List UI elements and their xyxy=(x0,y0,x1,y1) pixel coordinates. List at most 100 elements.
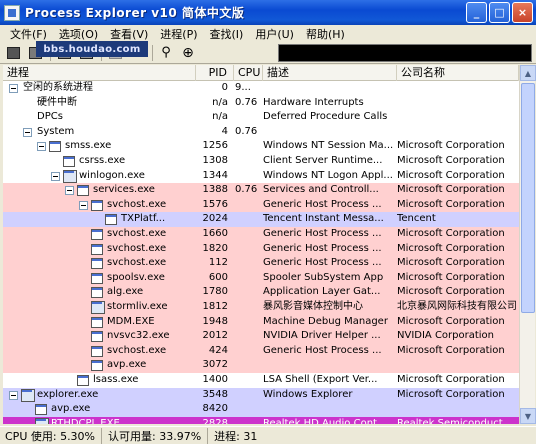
close-button[interactable]: × xyxy=(512,2,533,23)
process-icon xyxy=(35,404,47,416)
process-cpu xyxy=(234,212,263,227)
process-name: csrss.exe xyxy=(79,155,126,166)
process-description xyxy=(263,81,397,96)
process-pid: 1780 xyxy=(202,286,228,298)
process-icon xyxy=(105,214,117,226)
process-cpu xyxy=(234,227,263,242)
process-row[interactable]: csrss.exe 1308 Client Server Runtime... Mic… xyxy=(3,154,519,169)
process-icon xyxy=(91,360,103,372)
process-pid: 8420 xyxy=(202,403,228,415)
process-description: Services and Controll... xyxy=(263,184,379,196)
process-row[interactable]: svchost.exe 424 Generic Host Process ... Mi… xyxy=(3,343,519,359)
process-row[interactable]: svchost.exe 1820 Generic Host Process ... M… xyxy=(3,241,519,257)
process-row[interactable]: 硬件中断 n/a 0.76 Hardware Interrupts xyxy=(3,95,519,111)
process-cpu xyxy=(234,256,263,271)
find-icon[interactable]: ⚲ xyxy=(156,44,176,62)
column-company[interactable]: 公司名称 xyxy=(397,65,519,81)
maximize-button[interactable]: □ xyxy=(489,2,510,23)
process-row[interactable]: nvsvc32.exe 2012 NVIDIA Driver Helper ... N… xyxy=(3,329,519,344)
process-pid: 1820 xyxy=(202,242,228,254)
process-row[interactable]: avp.exe 8420 xyxy=(3,402,519,417)
process-cpu xyxy=(234,315,263,330)
process-row[interactable]: DPCs n/a Deferred Procedure Calls xyxy=(3,110,519,125)
target-icon[interactable]: ⊕ xyxy=(178,44,198,62)
process-row[interactable]: TXPlatf... 2024 Tencent Instant Messa... Te… xyxy=(3,212,519,227)
process-cpu xyxy=(234,344,263,359)
process-row[interactable]: services.exe 1388 0.76 Services and Control… xyxy=(3,183,519,198)
process-name: MDM.EXE xyxy=(107,315,155,327)
process-pid: n/a xyxy=(212,96,228,108)
process-row[interactable]: smss.exe 1256 Windows NT Session Ma... Micr… xyxy=(3,139,519,154)
scroll-up-arrow[interactable]: ▲ xyxy=(520,65,536,81)
process-name-cell: 空闲的系统进程 xyxy=(3,81,196,96)
status-commit-charge: 认可用量: 33.97% xyxy=(106,427,209,444)
process-pid: 2024 xyxy=(202,213,228,225)
collapse-toggle-icon[interactable] xyxy=(79,200,88,210)
process-row[interactable]: MDM.EXE 1948 Machine Debug Manager Microsof… xyxy=(3,314,519,330)
column-pid[interactable]: PID xyxy=(196,65,234,81)
menu-help[interactable]: 帮助(H) xyxy=(300,26,351,42)
process-row[interactable]: RTHDCPL.EXE 2828 Realtek HD Audio Cont... R… xyxy=(3,416,519,424)
process-row[interactable]: lsass.exe 1400 LSA Shell (Export Ver... Mic… xyxy=(3,373,519,388)
process-name-cell: nvsvc32.exe xyxy=(3,329,196,344)
process-row[interactable]: winlogon.exe 1344 Windows NT Logon Appl...… xyxy=(3,168,519,184)
menu-view[interactable]: 查看(V) xyxy=(104,26,154,42)
process-description: Windows NT Session Ma... xyxy=(263,140,394,152)
minimize-button[interactable]: _ xyxy=(466,2,487,23)
process-description: Generic Host Process ... xyxy=(263,257,382,269)
process-row[interactable]: avp.exe 3072 xyxy=(3,358,519,373)
process-row[interactable]: explorer.exe 3548 Windows Explorer Microsof… xyxy=(3,387,519,403)
process-row[interactable]: alg.exe 1780 Application Layer Gat... Micro… xyxy=(3,285,519,300)
collapse-toggle-icon[interactable] xyxy=(9,84,18,93)
process-row[interactable]: svchost.exe 112 Generic Host Process ... Mi… xyxy=(3,256,519,271)
process-cpu xyxy=(234,139,263,154)
process-row[interactable]: 空闲的系统进程 0 9... xyxy=(3,81,519,96)
collapse-toggle-icon[interactable] xyxy=(9,390,18,400)
process-company xyxy=(397,402,519,417)
process-name: avp.exe xyxy=(107,359,147,371)
collapse-toggle-icon[interactable] xyxy=(51,171,60,181)
column-description[interactable]: 描述 xyxy=(263,65,397,81)
menu-users[interactable]: 用户(U) xyxy=(249,26,300,42)
process-row[interactable]: spoolsv.exe 600 Spooler SubSystem App Micro… xyxy=(3,270,519,286)
process-name: winlogon.exe xyxy=(79,169,145,181)
process-company: Microsoft Corporation xyxy=(397,315,505,327)
collapse-toggle-icon[interactable] xyxy=(65,186,74,196)
app-icon xyxy=(4,4,20,21)
process-pid: 3072 xyxy=(202,359,228,371)
scroll-thumb[interactable] xyxy=(521,83,535,313)
column-process[interactable]: 进程 xyxy=(3,65,196,81)
process-icon xyxy=(91,287,103,299)
process-name-cell: avp.exe xyxy=(3,402,196,417)
process-pid: n/a xyxy=(212,111,228,123)
process-name: smss.exe xyxy=(65,140,112,152)
column-cpu[interactable]: CPU xyxy=(234,65,263,81)
menu-options[interactable]: 选项(O) xyxy=(53,26,104,42)
process-name-cell: stormliv.exe xyxy=(3,300,196,315)
process-description xyxy=(263,358,397,373)
process-name-cell: avp.exe xyxy=(3,358,196,373)
process-row[interactable]: System 4 0.76 xyxy=(3,124,519,140)
process-description: Machine Debug Manager xyxy=(263,315,388,327)
process-pid: 3548 xyxy=(202,388,228,400)
process-row[interactable]: stormliv.exe 1812 暴风影音媒体控制中心 北京暴风网际科技有限公司 xyxy=(3,300,519,315)
process-pid: 1400 xyxy=(202,374,228,385)
menu-find[interactable]: 查找(I) xyxy=(204,26,250,42)
process-pid: 1948 xyxy=(202,315,228,327)
process-name: System xyxy=(37,125,75,137)
process-row[interactable]: svchost.exe 1576 Generic Host Process ... M… xyxy=(3,197,519,213)
process-icon xyxy=(91,243,103,255)
menu-process[interactable]: 进程(P) xyxy=(154,26,203,42)
cpu-usage-graph[interactable] xyxy=(278,44,532,62)
scroll-down-arrow[interactable]: ▼ xyxy=(520,408,536,424)
process-description: Spooler SubSystem App xyxy=(263,271,384,283)
process-row[interactable]: svchost.exe 1660 Generic Host Process ... M… xyxy=(3,227,519,242)
process-name: svchost.exe xyxy=(107,198,167,210)
process-name-cell: RTHDCPL.EXE xyxy=(3,417,196,424)
vertical-scrollbar[interactable]: ▲ ▼ xyxy=(519,65,536,424)
collapse-toggle-icon[interactable] xyxy=(37,142,46,152)
menu-file[interactable]: 文件(F) xyxy=(4,26,53,42)
process-company xyxy=(397,81,519,96)
save-icon[interactable] xyxy=(3,44,23,62)
collapse-toggle-icon[interactable] xyxy=(23,127,32,137)
